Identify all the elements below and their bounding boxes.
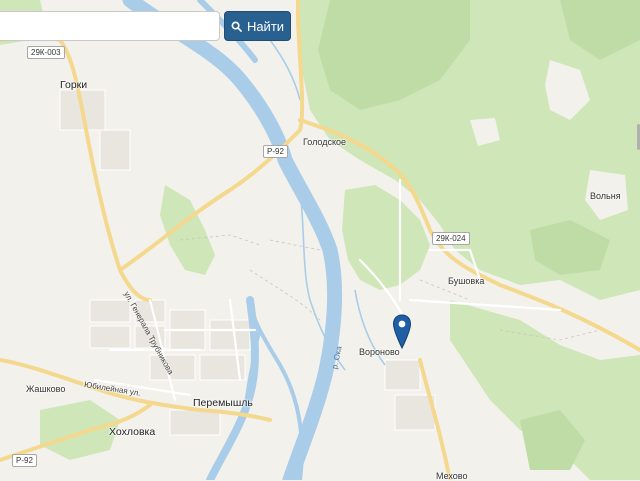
place-label-golodskoe[interactable]: Голодское (303, 137, 346, 147)
place-label-kholovka[interactable]: Хохловка (109, 426, 155, 438)
place-label-volnya[interactable]: Вольня (590, 191, 621, 201)
road-shield-p92-top: Р-92 (263, 145, 288, 158)
place-label-gorki[interactable]: Горки (60, 79, 87, 91)
map-pin-icon[interactable] (392, 314, 412, 350)
road-shield-29k-024: 29К-024 (432, 232, 470, 245)
search-input[interactable] (0, 11, 220, 41)
place-label-bushovka[interactable]: Бушовка (448, 276, 484, 286)
road-shield-p92-bottom: Р-92 (12, 454, 37, 467)
place-label-zhashkovo[interactable]: Жашково (26, 384, 65, 394)
search-button[interactable]: Найти (224, 11, 291, 41)
map-canvas[interactable] (0, 0, 640, 480)
place-label-peremyshl[interactable]: Перемышль (193, 397, 253, 409)
search-button-label: Найти (246, 18, 285, 34)
search-icon (231, 21, 242, 32)
road-shield-29k-003: 29К-003 (27, 46, 65, 59)
